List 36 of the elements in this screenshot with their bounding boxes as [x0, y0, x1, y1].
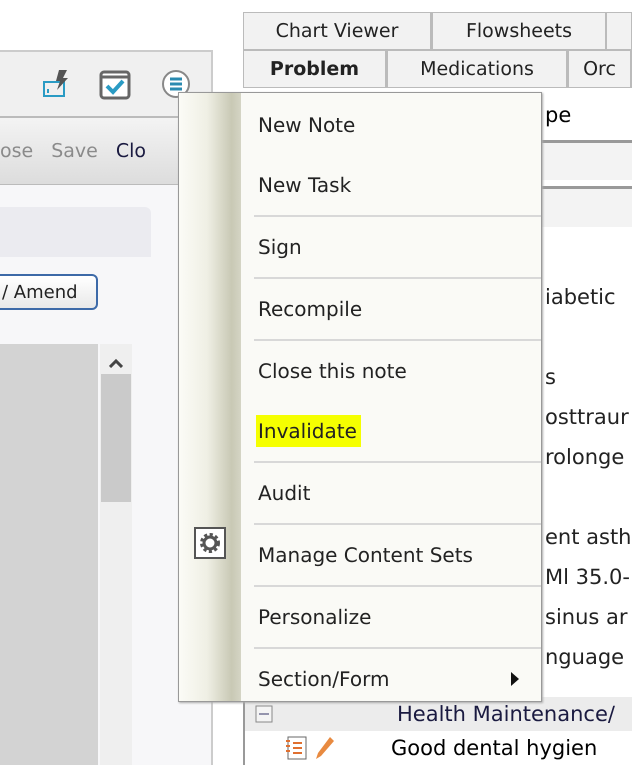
problem-text: osttraur	[545, 405, 629, 430]
problem-text: iabetic	[545, 285, 616, 310]
tab[interactable]: Orc	[568, 50, 632, 88]
tab[interactable]: Problem	[243, 50, 387, 88]
toolbar-action[interactable]: Clo	[116, 140, 146, 162]
tab[interactable]: Chart Viewer	[243, 12, 432, 50]
menu-item[interactable]: Sign	[254, 217, 541, 277]
problem-text: sinus ar	[545, 605, 628, 630]
menu-item[interactable]: Invalidate	[254, 401, 541, 461]
pencil-icon[interactable]	[315, 736, 335, 760]
menu-item[interactable]: Personalize	[254, 587, 541, 647]
menu-item[interactable]: Manage Content Sets	[254, 525, 541, 585]
collapse-icon[interactable]	[255, 705, 273, 724]
list-icon[interactable]	[285, 736, 307, 760]
lightning-form-icon[interactable]	[43, 69, 69, 99]
scrollbar[interactable]	[100, 344, 132, 765]
menu-item[interactable]: Close this note	[254, 341, 541, 401]
problem-text: rolonge	[545, 445, 624, 470]
menu-item[interactable]: New Note	[254, 95, 541, 155]
amend-button[interactable]: / Amend	[0, 274, 98, 310]
menu-item[interactable]: New Task	[254, 155, 541, 215]
menu-icon[interactable]	[161, 69, 191, 99]
scroll-thumb[interactable]	[101, 374, 131, 502]
problem-text: nguage	[545, 645, 624, 670]
problem-text: Good dental hygien	[391, 736, 598, 760]
submenu-arrow-icon	[511, 672, 519, 686]
menu-item[interactable]: Audit	[254, 463, 541, 523]
gear-icon	[194, 527, 226, 559]
menu-item[interactable]: Recompile	[254, 279, 541, 339]
problem-text: s	[545, 365, 556, 390]
scroll-up-icon[interactable]	[109, 358, 123, 368]
problem-text: ent asth	[545, 525, 632, 550]
problem-text: Ml 35.0-	[545, 565, 630, 590]
tab[interactable]: Medications	[387, 50, 568, 88]
calendar-check-icon[interactable]	[99, 68, 131, 100]
tab[interactable]: Flowsheets	[432, 12, 607, 50]
